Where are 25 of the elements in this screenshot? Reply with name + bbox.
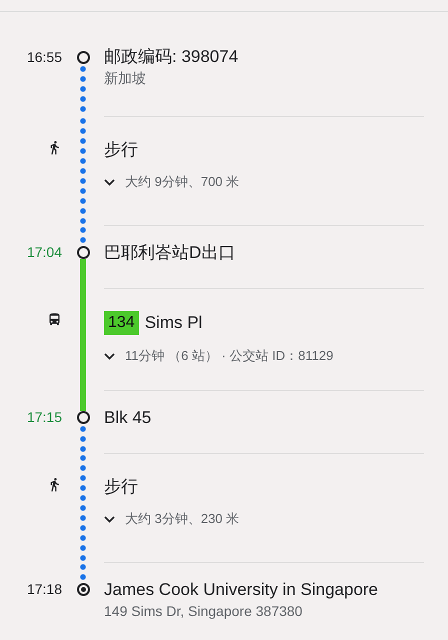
- leg-details-toggle[interactable]: 大约 9分钟、700 米: [104, 173, 240, 191]
- arrival-time: 17:04: [26, 244, 62, 260]
- arrival-time: 16:55: [26, 49, 62, 65]
- place-title: 巴耶利峇站D出口: [104, 242, 236, 264]
- route-badge: 134: [104, 311, 139, 335]
- destination-marker-icon: [76, 583, 90, 596]
- place-subtitle: 149 Sims Dr, Singapore 387380: [104, 603, 304, 619]
- stop-node-icon: [76, 51, 90, 64]
- leg-details-toggle[interactable]: 大约 3分钟、230 米: [104, 510, 240, 528]
- place-title: Blk 45: [104, 407, 152, 429]
- place-title: 邮政编码: 398074: [104, 46, 240, 68]
- leg-title: 步行: [104, 139, 138, 161]
- stop-node-icon: [76, 246, 90, 259]
- chevron-down-icon: [104, 352, 115, 360]
- bus-icon: [47, 312, 62, 327]
- arrival-time: 17:15: [26, 409, 62, 425]
- place-title: James Cook University in Singapore: [104, 579, 380, 601]
- leg-details-toggle[interactable]: 11分钟 （6 站） · 公交站 ID：81129: [104, 347, 334, 365]
- chevron-down-icon: [104, 516, 115, 522]
- leg-title: 步行: [104, 476, 138, 498]
- stop-node-icon: [76, 411, 90, 424]
- leg-title: Sims Pl: [144, 312, 202, 334]
- place-subtitle: 新加坡: [104, 70, 147, 88]
- chevron-down-icon: [104, 178, 115, 186]
- arrival-time: 17:18: [26, 581, 62, 597]
